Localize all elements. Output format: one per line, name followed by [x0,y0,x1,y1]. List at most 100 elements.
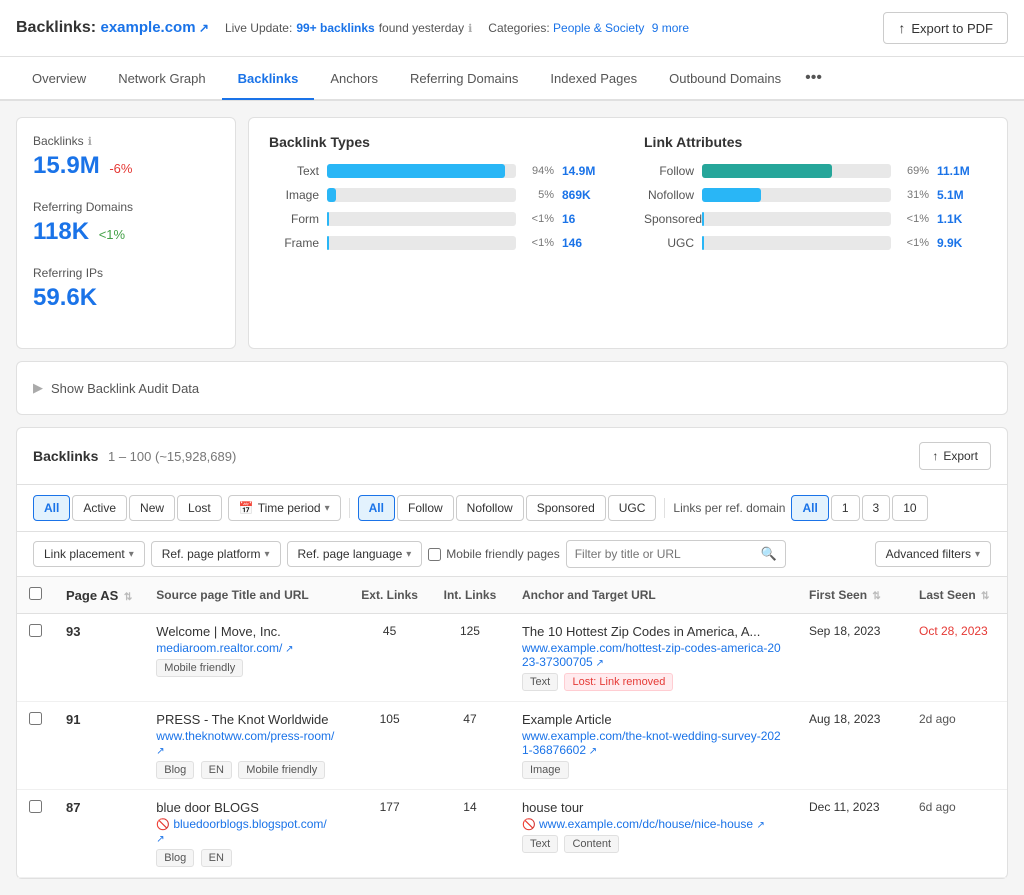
export-pdf-button[interactable]: Export to PDF [883,12,1008,44]
anchor-title-2: Example Article [522,712,785,727]
source-url-1[interactable]: mediaroom.realtor.com/ [156,641,293,655]
chevron-right-icon: ▶ [33,380,43,396]
bar-fill-follow [702,164,832,178]
search-input[interactable] [575,547,757,561]
bar-label-form: Form [269,212,319,226]
bar-fill-sponsored [702,212,704,226]
last-seen-value-1: Oct 28, 2023 [919,624,988,638]
ref-page-language-dropdown[interactable]: Ref. page language [287,541,423,567]
filter-attr-nofollow[interactable]: Nofollow [456,495,524,521]
export-icon: ↑ [932,449,938,463]
source-url-3[interactable]: 🚫 bluedoorblogs.blogspot.com/ [156,817,326,845]
bar-row-sponsored: Sponsored <1% 1.1K [644,212,987,226]
link-attributes-chart: Link Attributes Follow 69% 11.1M Nofollo… [644,134,987,260]
anchor-tags-3: Text Content [522,831,785,853]
referring-ips-label: Referring IPs [33,266,219,280]
time-period-dropdown[interactable]: 📅 Time period [228,495,341,521]
td-first-1: Sep 18, 2023 [797,614,907,702]
referring-ips-label-text: Referring IPs [33,266,103,280]
categories-label: Categories: [488,21,549,35]
tab-outbound-domains[interactable]: Outbound Domains [653,59,797,100]
td-ext-2: 105 [349,702,430,790]
export-backlinks-button[interactable]: ↑ Export [919,442,991,470]
select-all-checkbox[interactable] [29,587,42,600]
bar-track-image [327,188,516,202]
filter-attr-follow[interactable]: Follow [397,495,454,521]
row-checkbox-3[interactable] [29,800,42,813]
row-checkbox-2[interactable] [29,712,42,725]
source-url-2[interactable]: www.theknotww.com/press-room/ [156,729,334,757]
categories: Categories: People & Society 9 more [488,21,689,35]
backlinks-table-header: Backlinks 1 – 100 (~15,928,689) ↑ Export [17,428,1007,485]
advanced-filters-button[interactable]: Advanced filters [875,541,991,567]
top-bar-left: Backlinks: example.com Live Update: 99+ … [16,19,689,37]
row-checkbox-1[interactable] [29,624,42,637]
source-tags-3: Blog EN [156,845,337,867]
filters-row-1: All Active New Lost 📅 Time period All Fo… [17,485,1007,532]
as-score-1: 93 [66,624,80,639]
filter-attr-all[interactable]: All [358,495,395,521]
ref-page-platform-label: Ref. page platform [162,547,261,561]
th-page-as[interactable]: Page AS ⇅ [54,577,144,614]
backlinks-found-link[interactable]: 99+ backlinks [296,21,374,35]
td-check-2 [17,702,54,790]
tab-overview[interactable]: Overview [16,59,102,100]
bar-pct-sponsored: <1% [899,213,929,225]
filter-type-lost[interactable]: Lost [177,495,222,521]
tab-network-graph[interactable]: Network Graph [102,59,221,100]
filter-attr-sponsored[interactable]: Sponsored [526,495,606,521]
bar-fill-image [327,188,336,202]
anchor-url-1[interactable]: www.example.com/hottest-zip-codes-americ… [522,641,785,669]
tab-referring-domains[interactable]: Referring Domains [394,59,534,100]
td-anchor-2: Example Article www.example.com/the-knot… [510,702,797,790]
domain-link[interactable]: example.com [101,19,209,36]
bar-label-text: Text [269,164,319,178]
more-categories-link[interactable]: 9 more [652,21,689,35]
backlinks-label-text: Backlinks [33,134,84,148]
nav-more-button[interactable]: ••• [797,57,830,99]
td-int-3: 14 [430,790,510,878]
charts-card: Backlink Types Text 94% 14.9M Image 5% 8… [248,117,1008,349]
th-select-all [17,577,54,614]
filter-lp-1[interactable]: 1 [831,495,860,521]
as-score-2: 91 [66,712,80,727]
blocked-icon-anchor-3: 🚫 [522,819,536,831]
anchor-url-3[interactable]: 🚫 www.example.com/dc/house/nice-house [522,817,785,831]
tab-anchors[interactable]: Anchors [314,59,394,100]
stat-referring-domains: Referring Domains 118K <1% [33,200,219,246]
category-link[interactable]: People & Society [553,21,644,35]
stat-backlinks: Backlinks ℹ 15.9M -6% [33,134,219,180]
tab-backlinks[interactable]: Backlinks [222,59,315,100]
link-placement-dropdown[interactable]: Link placement [33,541,145,567]
filter-type-new[interactable]: New [129,495,175,521]
filter-type-active[interactable]: Active [72,495,127,521]
mobile-friendly-checkbox-label[interactable]: Mobile friendly pages [428,547,559,561]
filter-lp-all[interactable]: All [791,495,828,521]
source-tags-1: Mobile friendly [156,655,337,677]
mobile-friendly-checkbox[interactable] [428,548,441,561]
bar-track-ugc [702,236,891,250]
show-audit-toggle[interactable]: ▶ Show Backlink Audit Data [33,368,991,408]
info-icon[interactable]: ℹ [468,22,472,35]
anchor-title-1: The 10 Hottest Zip Codes in America, A..… [522,624,785,639]
ref-page-platform-dropdown[interactable]: Ref. page platform [151,541,281,567]
bar-row-frame: Frame <1% 146 [269,236,612,250]
th-ext-links[interactable]: Ext. Links [349,577,430,614]
filter-lp-10[interactable]: 10 [892,495,927,521]
backlinks-table-title-group: Backlinks 1 – 100 (~15,928,689) [33,448,236,464]
filter-attr-ugc[interactable]: UGC [608,495,657,521]
backlinks-info-icon[interactable]: ℹ [88,135,92,148]
bar-fill-text [327,164,505,178]
th-last-seen[interactable]: Last Seen ⇅ [907,577,1007,614]
bar-track-text [327,164,516,178]
links-per-group: All 1 3 10 [791,495,927,521]
th-ext-links-label: Ext. Links [361,588,418,602]
th-anchor: Anchor and Target URL [510,577,797,614]
filter-lp-3[interactable]: 3 [862,495,891,521]
sort-icon-last: ⇅ [981,591,989,602]
th-first-seen[interactable]: First Seen ⇅ [797,577,907,614]
filter-type-all[interactable]: All [33,495,70,521]
anchor-url-2[interactable]: www.example.com/the-knot-wedding-survey-… [522,729,785,757]
th-int-links[interactable]: Int. Links [430,577,510,614]
tab-indexed-pages[interactable]: Indexed Pages [534,59,653,100]
